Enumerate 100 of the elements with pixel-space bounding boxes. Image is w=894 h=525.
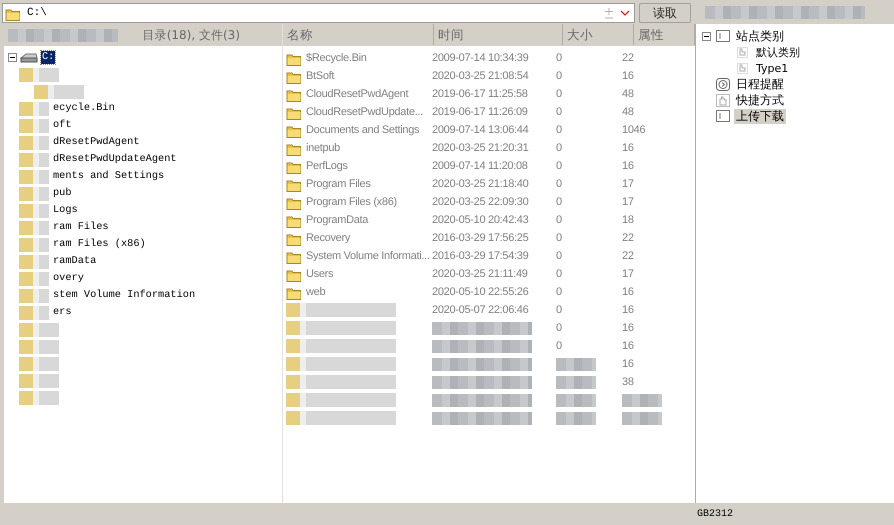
table-cell: 2016-03-29 17:56:25 [432, 232, 528, 244]
tree-item[interactable]: 站点类别 [734, 28, 786, 44]
file-name[interactable]: web [306, 286, 326, 298]
tree-item[interactable]: dResetPwdAgent [52, 136, 141, 149]
blurred-area [19, 220, 49, 234]
table-cell: 16 [622, 304, 634, 316]
tree-item[interactable]: C: [41, 51, 56, 64]
table-cell: 2020-03-25 21:11:49 [432, 268, 528, 280]
file-name[interactable]: Program Files (x86) [306, 196, 397, 208]
table-cell: 22 [622, 250, 634, 262]
table-cell: 0 [556, 178, 562, 190]
tree-item[interactable]: ramData [52, 255, 98, 268]
table-cell: 22 [622, 232, 634, 244]
column-header[interactable]: 时间 [434, 24, 563, 45]
table-cell: 2009-07-14 13:06:44 [432, 124, 528, 136]
blurred-area [19, 306, 49, 320]
collapse-toggle[interactable] [8, 53, 17, 62]
file-name[interactable]: ProgramData [306, 214, 368, 226]
table-cell: 0 [556, 304, 562, 316]
file-name[interactable]: $Recycle.Bin [306, 52, 367, 64]
table-cell: 16 [622, 70, 634, 82]
file-name[interactable]: Recovery [306, 232, 350, 244]
table-cell: 16 [622, 160, 634, 172]
folder-summary: 目录(18), 文件(3) [142, 26, 240, 44]
file-name[interactable]: Users [306, 268, 334, 280]
table-cell: 2009-07-14 10:34:39 [432, 52, 528, 64]
blurred-area [622, 412, 662, 424]
blurred-area [19, 374, 59, 388]
file-name[interactable]: PerfLogs [306, 160, 348, 172]
table-cell: 2020-03-25 21:20:31 [432, 142, 528, 154]
tree-item[interactable]: 日程提醒 [734, 76, 786, 92]
drive-icon [20, 52, 38, 64]
collapse-toggle[interactable] [702, 32, 711, 40]
read-button[interactable]: 读取 [639, 3, 691, 23]
tree-item[interactable]: ments and Settings [52, 170, 166, 183]
file-name[interactable]: System Volume Informati... [306, 250, 430, 262]
tree-item[interactable]: ram Files (x86) [52, 238, 147, 251]
blurred-area [19, 288, 49, 302]
table-cell: 2019-06-17 11:26:09 [432, 106, 528, 118]
blurred-area [19, 136, 49, 150]
table-cell: 2016-03-29 17:54:39 [432, 250, 528, 262]
table-cell: 0 [556, 214, 562, 226]
blurred-area [19, 340, 59, 354]
box-icon [716, 30, 730, 42]
tree-item[interactable]: Type1 [754, 60, 790, 76]
blurred-area [19, 170, 49, 184]
table-cell: 0 [556, 52, 562, 64]
tree-item[interactable]: Logs [52, 204, 79, 217]
file-name[interactable]: inetpub [306, 142, 340, 154]
file-name[interactable]: BtSoft [306, 70, 334, 82]
table-cell: 0 [556, 88, 562, 100]
table-cell: 2020-03-25 21:08:54 [432, 70, 528, 82]
table-cell: 16 [622, 358, 634, 370]
page-icon [736, 46, 750, 58]
tree-item[interactable]: ram Files [52, 221, 110, 234]
table-cell: 2009-07-14 11:20:08 [432, 160, 528, 172]
table-cell: 2020-03-25 22:09:30 [432, 196, 528, 208]
blurred-area [622, 394, 662, 406]
minus-icon [8, 53, 17, 62]
tree-item[interactable]: dResetPwdUpdateAgent [52, 153, 178, 166]
tree-item[interactable]: stem Volume Information [52, 289, 196, 302]
file-name[interactable]: CloudResetPwdUpdate... [306, 106, 423, 118]
dropdown-caret-icon [620, 9, 630, 17]
table-cell: 0 [556, 124, 562, 136]
table-cell: 0 [556, 268, 562, 280]
tree-item[interactable]: overy [52, 272, 85, 285]
tree-item[interactable]: 快捷方式 [734, 92, 786, 108]
blurred-area [19, 272, 49, 286]
blurred-area [19, 68, 59, 82]
minus-icon [702, 32, 711, 40]
file-name[interactable]: Program Files [306, 178, 371, 190]
tree-item[interactable]: oft [52, 119, 73, 132]
table-cell: 0 [556, 322, 562, 334]
file-name[interactable]: CloudResetPwdAgent [306, 88, 408, 100]
blurred-area [19, 322, 59, 336]
blurred-area [34, 84, 84, 98]
encoding-label: GB2312 [697, 508, 734, 520]
table-cell: 2020-05-10 20:42:43 [432, 214, 528, 226]
table-cell: 17 [622, 196, 634, 208]
tree-item[interactable]: 默认类别 [754, 44, 802, 60]
blurred-area [19, 238, 49, 252]
tree-item[interactable]: ecycle.Bin [52, 102, 116, 115]
column-header[interactable]: 大小 [563, 24, 634, 45]
table-cell: 18 [622, 214, 634, 226]
file-name[interactable]: Documents and Settings [306, 124, 420, 136]
tree-item[interactable]: pub [52, 187, 73, 200]
blurred-area [19, 152, 49, 166]
table-cell: 0 [556, 196, 562, 208]
table-cell: 0 [556, 340, 562, 352]
address-field[interactable]: C:\ [2, 3, 635, 23]
hand-icon [716, 94, 730, 106]
blurred-area [19, 356, 59, 370]
table-cell: 16 [622, 142, 634, 154]
tree-item[interactable]: 上传下载 [734, 108, 786, 124]
tree-item[interactable]: ers [52, 306, 73, 319]
column-header[interactable]: 名称 [283, 24, 434, 45]
page-icon [736, 62, 750, 74]
table-cell: 2020-05-07 22:06:46 [432, 304, 528, 316]
clock-icon [716, 78, 730, 90]
table-cell: 16 [622, 322, 634, 334]
